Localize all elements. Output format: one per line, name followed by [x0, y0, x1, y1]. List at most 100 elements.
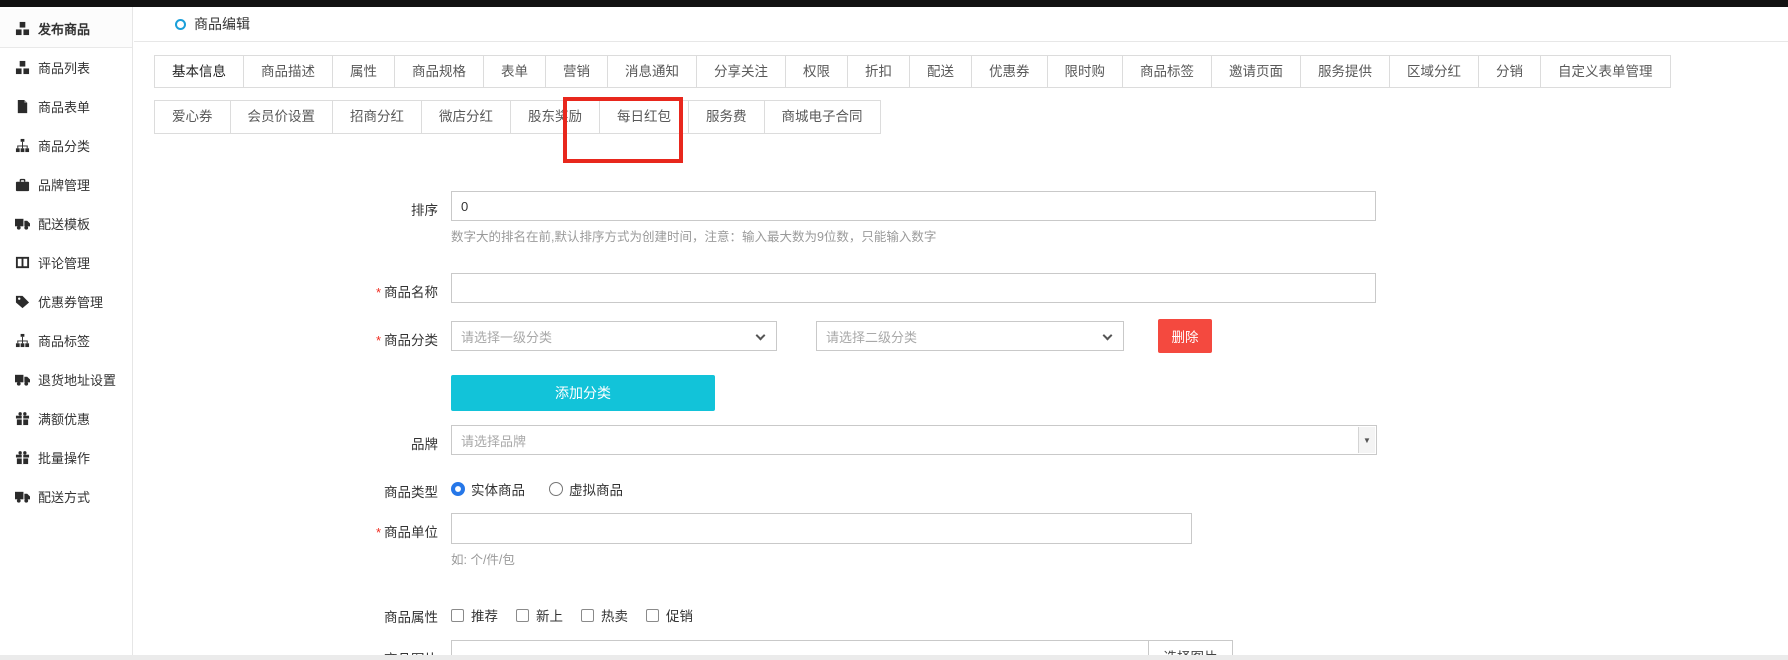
- tab-primary[interactable]: 属性: [332, 55, 395, 88]
- sort-help-text: 数字大的排名在前,默认排序方式为创建时间，注意：输入最大数为9位数，只能输入数字: [451, 226, 1376, 245]
- category-level1-select[interactable]: 请选择一级分类: [451, 321, 777, 351]
- sidebar-item-coupon-management[interactable]: 优惠券管理: [0, 282, 132, 321]
- sidebar-item-delivery-method[interactable]: 配送方式: [0, 477, 132, 516]
- tab-primary[interactable]: 配送: [909, 55, 972, 88]
- tab-primary[interactable]: 服务提供: [1300, 55, 1390, 88]
- tab-primary[interactable]: 营销: [545, 55, 608, 88]
- columns-icon: [15, 255, 30, 270]
- brand-row: 品牌 请选择品牌 ▼: [134, 425, 1788, 455]
- tab-secondary[interactable]: 服务费: [688, 100, 765, 134]
- product-unit-input[interactable]: [451, 513, 1192, 544]
- dropdown-arrow-icon[interactable]: ▼: [1358, 427, 1375, 453]
- truck-icon: [15, 216, 30, 231]
- tab-primary[interactable]: 表单: [483, 55, 546, 88]
- sidebar-item-publish-product[interactable]: 发布商品: [0, 9, 132, 48]
- checkbox-icon: [516, 609, 529, 622]
- product-name-label: *商品名称: [134, 273, 451, 301]
- tab-secondary[interactable]: 会员价设置: [230, 100, 334, 134]
- breadcrumb: 商品编辑: [134, 7, 1788, 42]
- tab-secondary[interactable]: 每日红包: [599, 100, 689, 134]
- tab-primary[interactable]: 分销: [1478, 55, 1541, 88]
- sidebar-item-label: 配送模板: [38, 214, 90, 233]
- attribute-checkbox[interactable]: 新上: [516, 605, 563, 625]
- cubes-icon: [15, 60, 30, 75]
- tab-secondary[interactable]: 商城电子合同: [764, 100, 881, 134]
- sidebar-item-label: 商品分类: [38, 136, 90, 155]
- product-unit-row: *商品单位 如: 个/件/包: [134, 513, 1788, 568]
- file-icon: [15, 99, 30, 114]
- attribute-checkbox[interactable]: 热卖: [581, 605, 628, 625]
- secondary-tab-bar: 爱心券 会员价设置 招商分红 微店分红 股东奖励 每日红包 服务费 商城电子合同: [155, 100, 1788, 134]
- sidebar-item-product-category[interactable]: 商品分类: [0, 126, 132, 165]
- product-type-row: 商品类型 实体商品 虚拟商品: [134, 471, 1788, 501]
- sidebar-item-brand-management[interactable]: 品牌管理: [0, 165, 132, 204]
- sidebar-item-label: 评论管理: [38, 253, 90, 272]
- tab-primary[interactable]: 分享关注: [696, 55, 786, 88]
- sidebar-item-label: 批量操作: [38, 448, 90, 467]
- tab-primary[interactable]: 商品标签: [1122, 55, 1212, 88]
- sidebar-item-product-form[interactable]: 商品表单: [0, 87, 132, 126]
- category-level2-select[interactable]: 请选择二级分类: [816, 321, 1124, 351]
- sidebar-item-delivery-template[interactable]: 配送模板: [0, 204, 132, 243]
- sort-row: 排序 数字大的排名在前,默认排序方式为创建时间，注意：输入最大数为9位数，只能输…: [134, 191, 1788, 245]
- brand-select[interactable]: 请选择品牌 ▼: [451, 425, 1377, 455]
- required-asterisk: *: [376, 525, 381, 540]
- main-content: 商品编辑 基本信息 商品描述 属性 商品规格 表单 营销 消息通知 分享关注 权…: [134, 7, 1788, 660]
- sidebar: 发布商品 商品列表 商品表单 商品分类 品牌管理 配送模板 评论管理 优惠券管理…: [0, 7, 133, 660]
- sidebar-item-label: 配送方式: [38, 487, 90, 506]
- checkbox-icon: [581, 609, 594, 622]
- product-category-label: *商品分类: [134, 321, 451, 349]
- tab-primary[interactable]: 邀请页面: [1211, 55, 1301, 88]
- circle-icon: [175, 19, 186, 30]
- product-attributes-label: 商品属性: [134, 598, 451, 626]
- sitemap-icon: [15, 333, 30, 348]
- bottom-edge-strip: [0, 655, 1788, 660]
- tab-primary[interactable]: 折扣: [847, 55, 910, 88]
- add-category-button[interactable]: 添加分类: [451, 375, 715, 411]
- tab-primary[interactable]: 商品规格: [394, 55, 484, 88]
- add-category-spacer: [134, 375, 451, 383]
- chevron-down-icon: [756, 331, 766, 341]
- chevron-down-icon: [1103, 331, 1113, 341]
- sidebar-item-label: 退货地址设置: [38, 370, 116, 389]
- radio-selected-icon: [451, 482, 465, 496]
- tab-secondary[interactable]: 微店分红: [421, 100, 511, 134]
- sidebar-item-label: 商品标签: [38, 331, 90, 350]
- tab-primary[interactable]: 限时购: [1047, 55, 1124, 88]
- required-asterisk: *: [376, 285, 381, 300]
- tab-primary[interactable]: 消息通知: [607, 55, 697, 88]
- product-name-input[interactable]: [451, 273, 1376, 303]
- tab-primary[interactable]: 优惠券: [971, 55, 1048, 88]
- tab-secondary[interactable]: 招商分红: [332, 100, 422, 134]
- truck-icon: [15, 372, 30, 387]
- attribute-checkbox[interactable]: 推荐: [451, 605, 498, 625]
- radio-virtual-product[interactable]: 虚拟商品: [549, 479, 623, 499]
- attribute-checkbox[interactable]: 促销: [646, 605, 693, 625]
- window-top-bar: [0, 0, 1788, 7]
- primary-tab-bar: 基本信息 商品描述 属性 商品规格 表单 营销 消息通知 分享关注 权限 折扣 …: [155, 55, 1788, 88]
- sidebar-item-product-list[interactable]: 商品列表: [0, 48, 132, 87]
- tab-primary[interactable]: 基本信息: [154, 55, 244, 88]
- tab-primary[interactable]: 区域分红: [1389, 55, 1479, 88]
- sort-label: 排序: [134, 191, 451, 219]
- checkbox-icon: [646, 609, 659, 622]
- delete-category-button[interactable]: 删除: [1158, 319, 1212, 353]
- sidebar-item-full-discount[interactable]: 满额优惠: [0, 399, 132, 438]
- tab-primary[interactable]: 权限: [785, 55, 848, 88]
- tab-primary[interactable]: 商品描述: [243, 55, 333, 88]
- tab-primary[interactable]: 自定义表单管理: [1540, 55, 1671, 88]
- sort-input[interactable]: [451, 191, 1376, 221]
- gift-icon: [15, 450, 30, 465]
- product-category-row: *商品分类 请选择一级分类 请选择二级分类 删除: [134, 321, 1788, 353]
- tab-secondary[interactable]: 爱心券: [154, 100, 231, 134]
- sidebar-item-product-tags[interactable]: 商品标签: [0, 321, 132, 360]
- product-edit-form: 排序 数字大的排名在前,默认排序方式为创建时间，注意：输入最大数为9位数，只能输…: [134, 191, 1788, 660]
- tab-secondary[interactable]: 股东奖励: [510, 100, 600, 134]
- gift-icon: [15, 411, 30, 426]
- sidebar-item-comment-management[interactable]: 评论管理: [0, 243, 132, 282]
- sidebar-item-return-address[interactable]: 退货地址设置: [0, 360, 132, 399]
- sidebar-item-label: 品牌管理: [38, 175, 90, 194]
- sidebar-item-batch-operation[interactable]: 批量操作: [0, 438, 132, 477]
- radio-physical-product[interactable]: 实体商品: [451, 479, 525, 499]
- required-asterisk: *: [376, 333, 381, 348]
